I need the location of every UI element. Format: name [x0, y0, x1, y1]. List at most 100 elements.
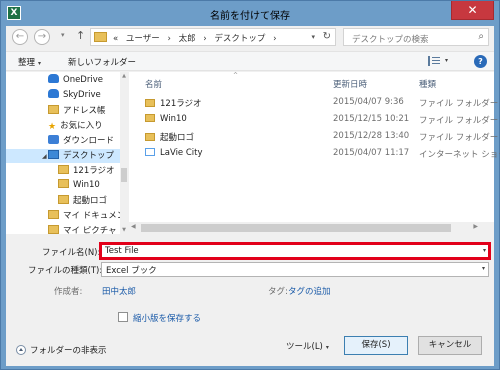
filetype-select[interactable]: Excel ブック ▾ — [101, 262, 489, 277]
breadcrumb-separator[interactable]: › — [203, 34, 206, 44]
search-placeholder: デスクトップの検索 — [352, 35, 429, 45]
column-header-name[interactable]: 名前 — [145, 78, 162, 90]
search-icon[interactable]: ⌕ — [478, 31, 484, 42]
tags-label: タグ: — [268, 287, 288, 297]
file-date: 2015/12/28 13:40 — [333, 131, 410, 141]
sort-indicator-icon: ^ — [233, 72, 239, 79]
file-row[interactable]: 起動ロゴ 2015/12/28 13:40 ファイル フォルダー — [135, 129, 498, 144]
cloud-icon — [48, 89, 59, 98]
file-date: 2015/12/15 10:21 — [333, 114, 410, 124]
dialog-body: ← → ▾ ↑ « ユーザー › 太郎 › デスクトップ › ▾ ↻ デスクトッ — [6, 26, 500, 366]
title-bar[interactable]: X 名前を付けて保存 ✕ — [1, 1, 499, 26]
file-row[interactable]: Win10 2015/12/15 10:21 ファイル フォルダー — [135, 112, 498, 127]
internet-shortcut-icon — [145, 148, 155, 156]
scrollbar-thumb[interactable] — [121, 168, 127, 182]
author-label: 作成者: — [54, 287, 83, 297]
breadcrumb: « ユーザー › 太郎 › デスクトップ › — [113, 32, 282, 44]
close-button[interactable]: ✕ — [451, 1, 494, 20]
sidebar-item-my-pictures[interactable]: マイ ピクチャ — [48, 224, 117, 234]
breadcrumb-overflow[interactable]: « — [113, 34, 118, 44]
scroll-up-icon[interactable]: ▲ — [120, 73, 128, 79]
cloud-icon — [48, 74, 59, 83]
column-header-date[interactable]: 更新日時 — [333, 78, 367, 90]
file-list: ^ 名前 更新日時 種類 121ラジオ 2015/04/07 9:36 ファイル… — [129, 72, 500, 234]
help-icon[interactable]: ? — [474, 55, 487, 68]
tags-field[interactable]: タグの追加 — [288, 285, 331, 297]
save-button[interactable]: 保存(S) — [344, 336, 408, 355]
folder-icon — [48, 225, 59, 234]
search-input[interactable]: デスクトップの検索 ⌕ — [343, 28, 489, 46]
address-dropdown-icon[interactable]: ▾ — [311, 33, 315, 41]
forward-arrow-icon[interactable]: → — [34, 29, 50, 45]
address-bar[interactable]: « ユーザー › 太郎 › デスクトップ › ▾ ↻ — [90, 28, 336, 46]
sidebar-item-label: Win10 — [73, 180, 100, 190]
breadcrumb-separator[interactable]: › — [167, 34, 170, 44]
file-type: インターネット ショー... — [419, 150, 500, 160]
recent-locations-chevron-icon[interactable]: ▾ — [61, 31, 65, 39]
hide-folders-button[interactable]: フォルダーの非表示 — [16, 344, 107, 356]
chevron-down-icon[interactable]: ▾ — [483, 247, 486, 254]
new-folder-button[interactable]: 新しいフォルダー — [68, 56, 136, 68]
cancel-button[interactable]: キャンセル — [418, 336, 482, 355]
view-chevron-down-icon[interactable]: ▾ — [445, 57, 448, 64]
sidebar-item-label: お気に入り — [60, 121, 103, 131]
command-bar: 整理 ▾ 新しいフォルダー ▾ ? — [6, 51, 494, 71]
scroll-left-icon[interactable]: ◀ — [131, 223, 136, 230]
view-options-icon[interactable] — [428, 56, 440, 66]
scroll-down-icon[interactable]: ▼ — [120, 227, 128, 233]
refresh-icon[interactable]: ↻ — [323, 31, 331, 42]
sidebar-item-win10[interactable]: Win10 — [58, 179, 100, 193]
file-row[interactable]: LaVie City 2015/04/07 11:17 インターネット ショー.… — [135, 146, 500, 161]
chevron-down-icon: ▾ — [38, 60, 42, 67]
sidebar-item-label: マイ ピクチャ — [63, 226, 117, 234]
file-type: ファイル フォルダー — [419, 99, 499, 109]
save-thumbnail-checkbox[interactable] — [118, 312, 128, 322]
sidebar-item-desktop[interactable]: デスクトップ ◢ — [6, 149, 120, 163]
filename-field[interactable]: Test File ▾ — [99, 242, 491, 260]
up-arrow-icon[interactable]: ↑ — [76, 29, 85, 42]
filetype-value: Excel ブック — [106, 266, 157, 276]
sidebar-item-skydrive[interactable]: SkyDrive — [48, 89, 101, 103]
sidebar-item-downloads[interactable]: ダウンロード — [48, 134, 114, 148]
file-row[interactable]: 121ラジオ 2015/04/07 9:36 ファイル フォルダー — [135, 95, 498, 110]
author-field[interactable]: 田中太郎 — [102, 285, 136, 297]
save-thumbnail-label[interactable]: 縮小版を保存する — [133, 312, 201, 324]
sidebar-item-boot-logo[interactable]: 起動ロゴ — [58, 194, 107, 208]
sidebar-item-my-documents[interactable]: マイ ドキュメント — [48, 209, 128, 223]
sidebar-item-onedrive[interactable]: OneDrive — [48, 74, 103, 88]
back-arrow-icon[interactable]: ← — [12, 29, 28, 45]
desktop-icon — [48, 150, 59, 159]
expanded-caret-icon[interactable]: ◢ — [42, 153, 47, 160]
tools-button[interactable]: ツール(L) ▾ — [286, 340, 329, 352]
scrollbar-thumb[interactable] — [141, 224, 451, 232]
sidebar-item-121radio[interactable]: 121ラジオ — [58, 164, 115, 178]
file-list-scrollbar[interactable]: ◀ ▶ — [129, 222, 494, 234]
navigation-pane-scrollbar[interactable]: ▲ ▼ — [120, 72, 128, 234]
scroll-right-icon[interactable]: ▶ — [473, 223, 478, 230]
file-name: 121ラジオ — [160, 99, 202, 109]
breadcrumb-separator[interactable]: › — [273, 34, 276, 44]
folder-icon — [145, 133, 155, 141]
save-as-dialog: X 名前を付けて保存 ✕ ← → ▾ ↑ « ユーザー › 太郎 › デスクトッ… — [0, 0, 500, 370]
breadcrumb-users[interactable]: ユーザー — [126, 34, 160, 44]
star-icon: ★ — [48, 122, 57, 132]
sidebar-item-address-book[interactable]: アドレス帳 — [48, 104, 106, 118]
download-icon — [48, 135, 59, 144]
column-header-type[interactable]: 種類 — [419, 78, 436, 90]
chevron-down-icon[interactable]: ▾ — [482, 265, 485, 272]
sidebar-item-favorites[interactable]: ★ お気に入り — [48, 119, 103, 133]
organize-button[interactable]: 整理 ▾ — [18, 56, 41, 68]
sidebar-item-label: OneDrive — [63, 75, 103, 85]
sidebar-item-label: マイ ドキュメント — [63, 211, 128, 221]
folder-icon — [48, 210, 59, 219]
folder-icon — [58, 179, 69, 188]
sidebar-item-label: 起動ロゴ — [73, 196, 108, 206]
filetype-label: ファイルの種類(T): — [28, 266, 103, 276]
breadcrumb-taro[interactable]: 太郎 — [179, 34, 196, 44]
sidebar-item-label: アドレス帳 — [63, 106, 106, 116]
dialog-title: 名前を付けて保存 — [210, 11, 290, 22]
breadcrumb-desktop[interactable]: デスクトップ — [214, 34, 265, 44]
folder-icon — [58, 165, 69, 174]
tools-label: ツール(L) — [286, 342, 323, 352]
folder-icon — [94, 32, 107, 42]
